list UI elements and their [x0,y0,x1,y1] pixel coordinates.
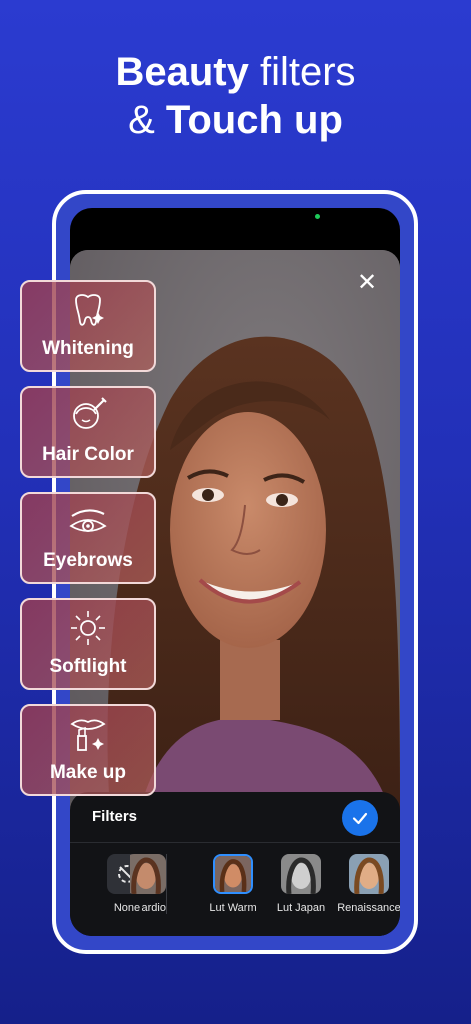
feature-card-eyebrows[interactable]: Eyebrows [20,492,156,584]
sun-light-icon [71,611,105,645]
portrait-thumb-lut-warm [213,854,253,894]
filter-ardio[interactable]: ardio [130,854,166,914]
camera-indicator [315,214,320,219]
feature-card-whitening[interactable]: Whitening [20,280,156,372]
portrait-thumb-ardio [130,854,166,894]
eye-brow-icon [69,509,107,532]
filter-renaissance[interactable]: Renaissance [334,854,400,914]
check-mark [352,812,368,825]
feature-label-softlight: Softlight [49,656,127,677]
portrait-thumb-lut-japan [281,854,321,894]
feature-label-make-up: Make up [49,762,127,783]
headline: Beauty filters & Touch up [0,48,471,144]
filters-sheet: Filters None ardio Lut Warm Lut Japan Re… [70,792,400,936]
filter-label-ardio: ardio [141,902,166,914]
headline-bold-1: Beauty [115,50,249,94]
filter-label-lut-japan: Lut Japan [276,902,326,914]
feature-card-softlight[interactable]: Softlight [20,598,156,690]
headline-line-1: Beauty filters [0,48,471,96]
feature-card-make-up[interactable]: Make up [20,704,156,796]
filter-lut-japan[interactable]: Lut Japan [266,854,336,914]
list-divider [166,854,167,914]
feature-label-hair-color: Hair Color [42,444,134,465]
filter-label-lut-warm: Lut Warm [209,902,257,914]
headline-bold-2: Touch up [165,98,343,142]
feature-label-whitening: Whitening [42,338,134,359]
hair-brush-icon [73,397,107,429]
portrait-thumb-renaissance [349,854,389,894]
check-icon[interactable] [342,800,378,836]
feature-card-hair-color[interactable]: Hair Color [20,386,156,478]
filters-title: Filters [92,808,138,825]
headline-light-2: & [128,98,155,142]
close-icon[interactable]: ✕ [356,271,378,295]
lipstick-icon [70,719,106,751]
filter-lut-warm[interactable]: Lut Warm [198,854,268,914]
headline-line-2: & Touch up [0,96,471,144]
tooth-sparkle-icon [75,294,104,326]
filter-label-renaissance: Renaissance [337,902,400,914]
headline-light-1: filters [259,50,356,94]
feature-label-eyebrows: Eyebrows [43,550,133,571]
sheet-divider [70,842,400,843]
